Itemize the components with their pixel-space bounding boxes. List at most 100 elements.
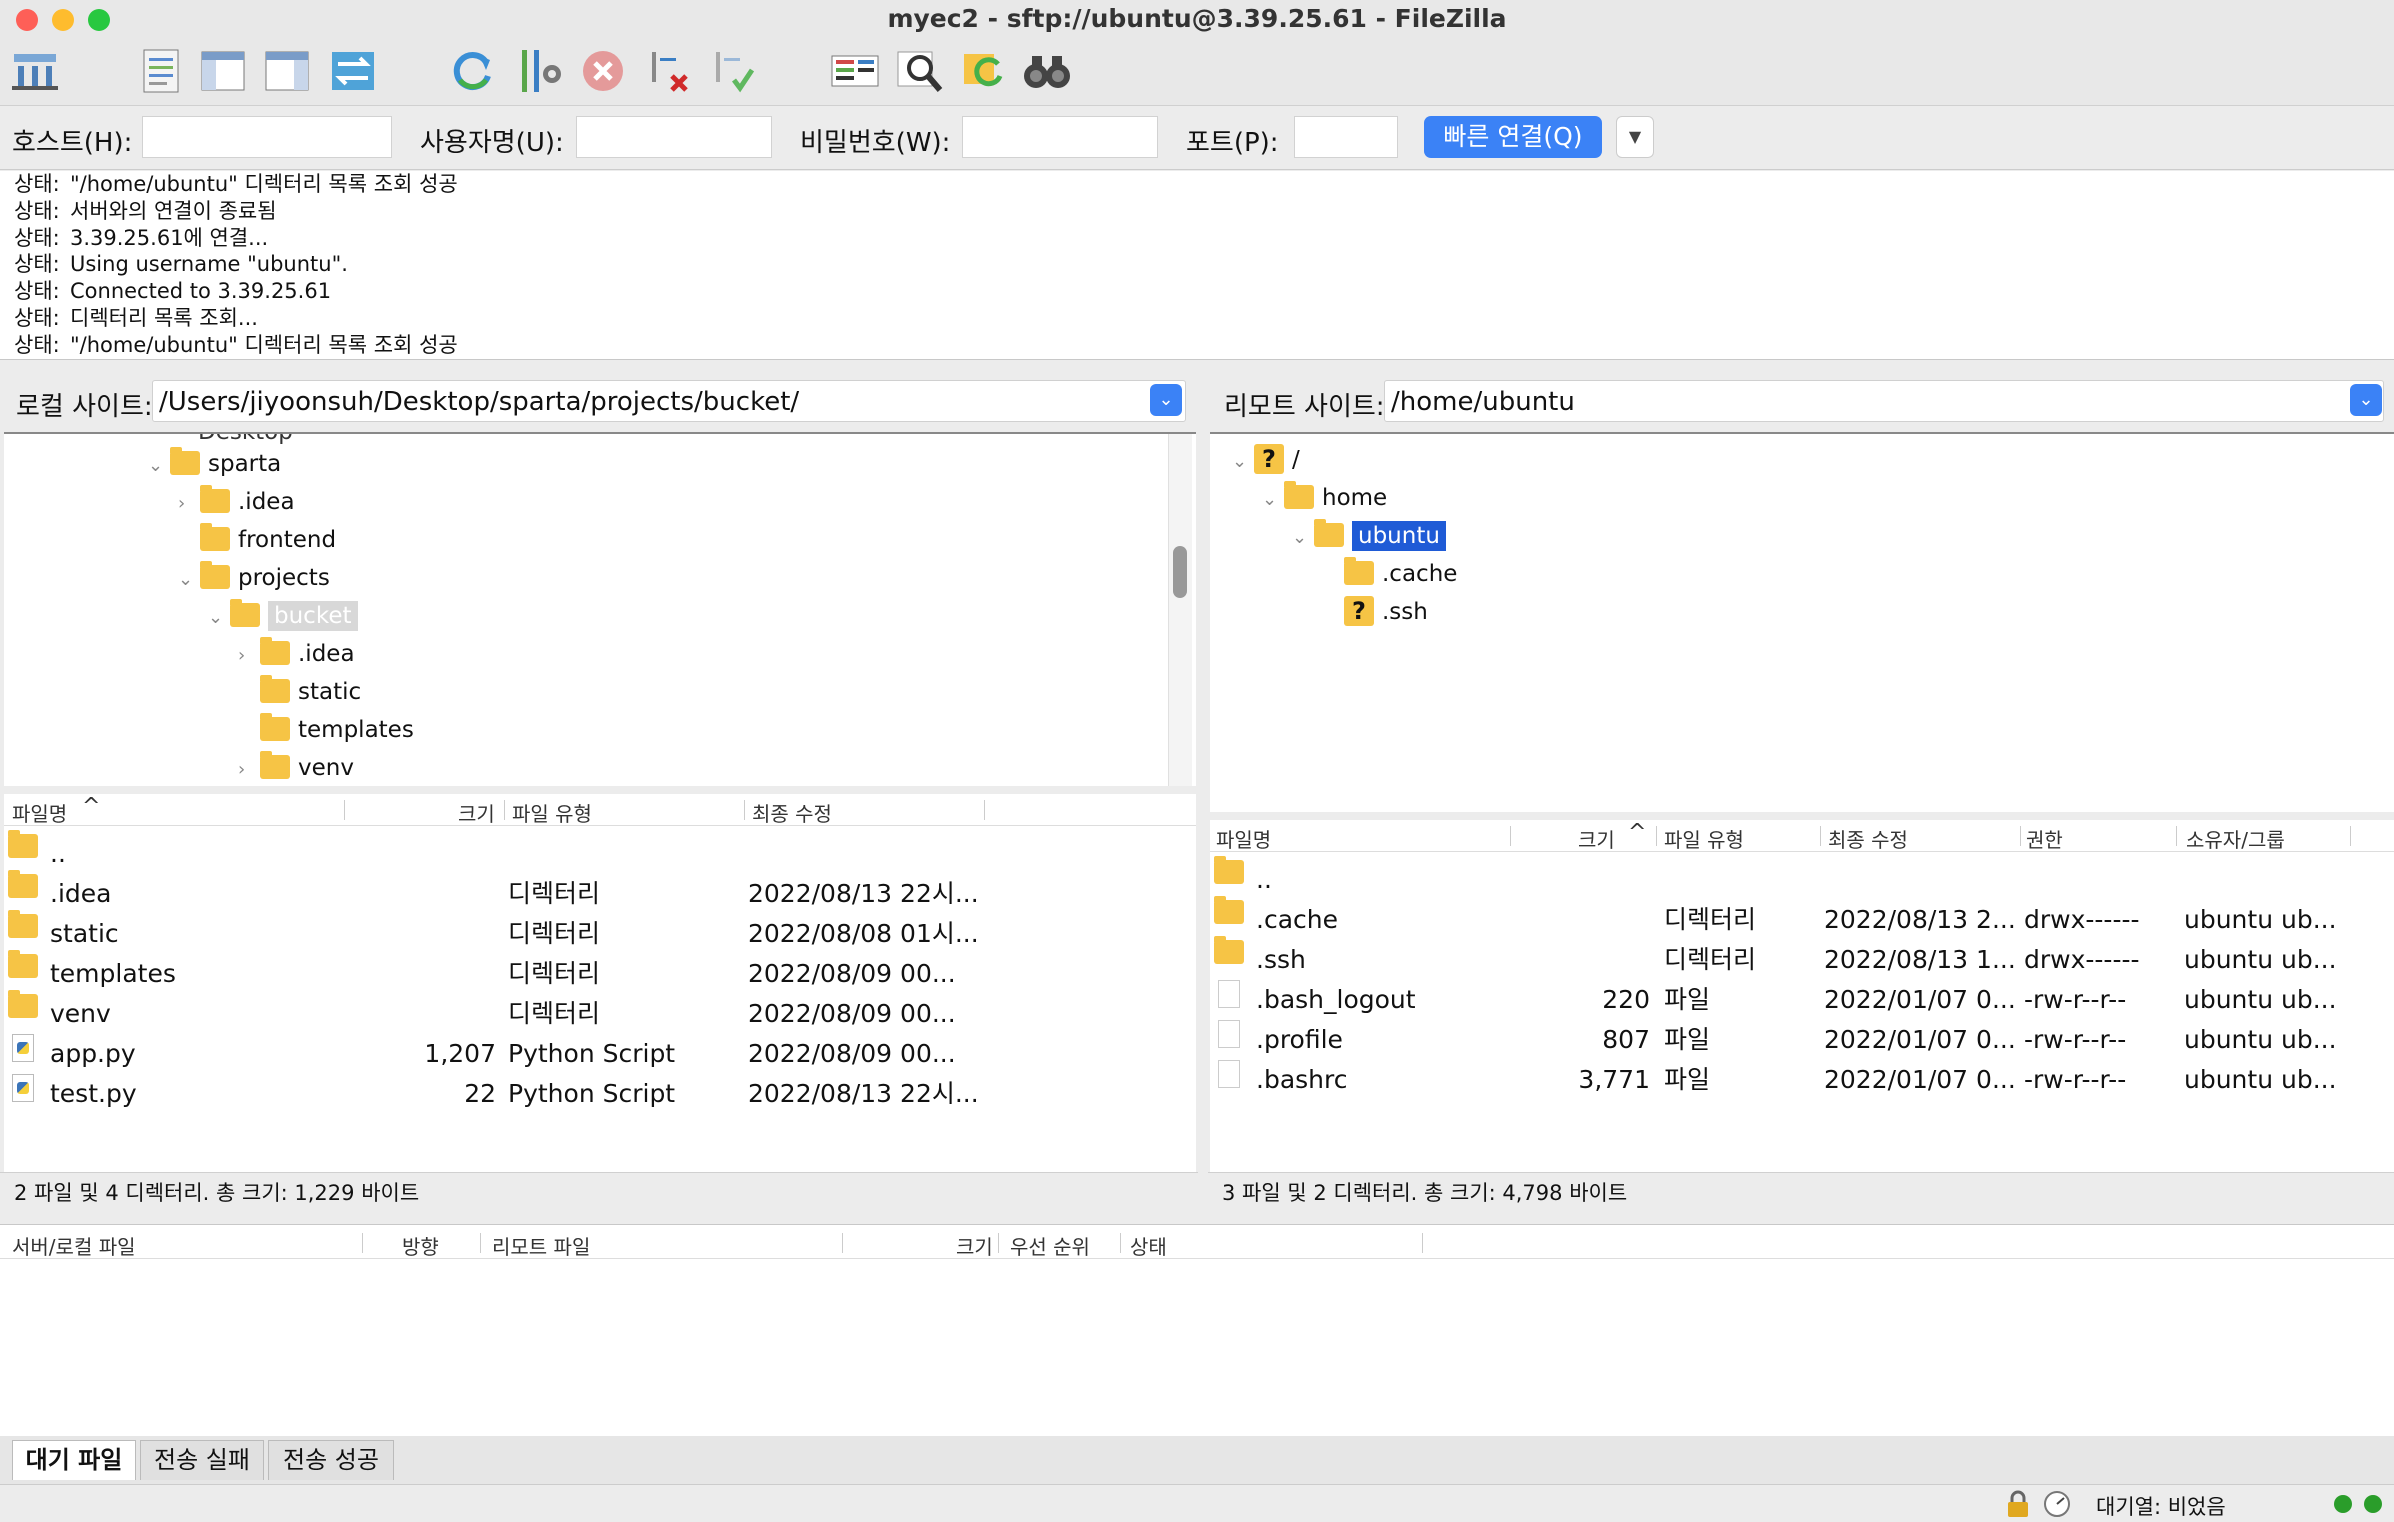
folder-icon [200,522,230,551]
column-direction[interactable]: 방향 [402,1231,439,1260]
column-remote-file[interactable]: 리모트 파일 [492,1231,590,1260]
local-file-list-header: 파일명 ^ 크기 파일 유형 최종 수정 [4,794,1196,826]
search-remote-icon[interactable] [894,44,948,98]
column-size[interactable]: 크기 [458,798,495,827]
file-row[interactable]: app.py 1,207 Python Script 2022/08/09 00... [4,1034,1196,1074]
message-log: 상태: "/home/ubuntu" 디렉터리 목록 조회 성공 상태: 서버와의 … [0,171,2394,360]
tab-failed-transfers[interactable]: 전송 실패 [140,1440,264,1480]
local-directory-tree: Desktop ⌄ sparta › .idea frontend ⌄ project… [4,432,1196,786]
file-row[interactable]: .profile 807 파일 2022/01/07 0... -rw-r--r-- ub… [1210,1020,2394,1060]
folder-icon [1214,856,1244,884]
port-input[interactable] [1294,116,1398,158]
column-permissions[interactable]: 권한 [2026,824,2063,853]
file-row[interactable]: .idea 디렉터리 2022/08/13 22시... [4,870,1196,914]
cancel-icon[interactable] [576,44,630,98]
remote-status: 3 파일 및 2 디렉터리. 총 크기: 4,798 바이트 [1208,1172,2394,1216]
file-row[interactable]: test.py 22 Python Script 2022/08/13 22시... [4,1074,1196,1114]
window-title: myec2 - sftp://ubuntu@3.39.25.61 - FileZ… [887,4,1507,33]
column-type[interactable]: 파일 유형 [1664,824,1744,853]
remote-path-dropdown[interactable]: ⌄ [2350,384,2382,416]
local-path-input[interactable]: /Users/jiyoonsuh/Desktop/sparta/projects… [152,380,1186,422]
tree-item-selected[interactable]: ⌄ ubuntu [1292,518,1446,554]
log-line: 상태: 3.39.25.61에 연결... [14,225,269,250]
chevron-down-icon: ▼ [1628,127,1642,146]
folder-icon [260,674,290,703]
quickconnect-history-dropdown[interactable]: ▼ [1616,116,1654,158]
tree-scrollbar-thumb[interactable] [1173,546,1187,598]
local-status: 2 파일 및 4 디렉터리. 총 크기: 1,229 바이트 [0,1172,1198,1216]
directory-compare-icon[interactable] [828,44,882,98]
tab-successful-transfers[interactable]: 전송 성공 [268,1440,394,1480]
file-icon [1218,980,1240,1008]
sync-browse-icon[interactable] [958,44,1012,98]
tree-item[interactable]: frontend [178,522,336,558]
log-line: 상태: "/home/ubuntu" 디렉터리 목록 조회 성공 [14,332,458,357]
folder-icon [170,446,200,475]
tree-item[interactable]: › .idea [238,636,355,672]
tab-queued-files[interactable]: 대기 파일 [12,1440,136,1480]
tree-item[interactable]: ? .ssh [1322,594,1428,630]
remote-file-list-header: 파일명 크기 ^ 파일 유형 최종 수정 권한 소유자/그룹 [1210,820,2394,852]
column-local-file[interactable]: 서버/로컬 파일 [12,1231,136,1260]
remote-tree-icon[interactable] [260,44,314,98]
column-filename[interactable]: 파일명 [1216,824,1271,853]
quickconnect-button[interactable]: 빠른 연결(Q) [1424,116,1602,158]
tree-item[interactable]: static [238,674,361,710]
python-file-icon [12,1034,34,1062]
tree-item[interactable]: ⌄? / [1232,442,1300,478]
file-row[interactable]: .bashrc 3,771 파일 2022/01/07 0... -rw-r--r-- u… [1210,1060,2394,1100]
find-files-icon[interactable] [1020,44,1074,98]
tree-item[interactable]: ⌄ sparta [148,446,281,482]
column-owner-group[interactable]: 소유자/그룹 [2186,824,2285,853]
receive-led-icon [2334,1495,2352,1513]
column-size[interactable]: 크기 [1578,824,1615,853]
column-type[interactable]: 파일 유형 [512,798,592,827]
tree-item[interactable]: ⌄ projects [178,560,330,596]
file-row[interactable]: templates 디렉터리 2022/08/09 00... [4,950,1196,994]
tree-item[interactable]: › .idea [178,484,295,520]
disconnect-icon[interactable] [642,44,696,98]
reconnect-icon[interactable] [706,44,760,98]
password-input[interactable] [962,116,1158,158]
username-input[interactable] [576,116,772,158]
file-row[interactable]: .. [1210,856,2394,900]
file-row[interactable]: static 디렉터리 2022/08/08 01시... [4,910,1196,954]
folder-icon [1314,518,1344,547]
folder-icon [260,712,290,741]
remote-path-input[interactable]: /home/ubuntu [1384,380,2384,422]
file-icon [1218,1060,1240,1088]
column-filename[interactable]: 파일명 [12,798,67,827]
log-line: 상태: Connected to 3.39.25.61 [14,279,332,304]
remote-site-bar: 리모트 사이트: /home/ubuntu ⌄ [1208,368,2394,432]
log-line: 상태: 디렉터리 목록 조회... [14,305,258,330]
column-status[interactable]: 상태 [1130,1231,1167,1260]
file-row[interactable]: .. [4,830,1196,874]
tree-scrollbar-track[interactable] [1168,434,1192,786]
site-manager-icon[interactable] [8,44,62,98]
file-row[interactable]: venv 디렉터리 2022/08/09 00... [4,990,1196,1034]
tree-item[interactable]: ⌄ home [1262,480,1387,516]
local-tree-icon[interactable] [196,44,250,98]
local-path-dropdown[interactable]: ⌄ [1150,384,1182,416]
folder-icon [8,870,38,898]
column-size[interactable]: 크기 [956,1231,993,1260]
sort-ascending-icon: ^ [1628,820,1647,845]
file-row[interactable]: .ssh 디렉터리 2022/08/13 1... drwx------ ubuntu … [1210,936,2394,980]
file-row[interactable]: .cache 디렉터리 2022/08/13 2... drwx------ ubunt… [1210,896,2394,940]
file-row[interactable]: .bash_logout 220 파일 2022/01/07 0... -rw-r--r… [1210,980,2394,1020]
port-label: 포트(P): [1186,128,1279,158]
tree-item[interactable]: .cache [1322,556,1457,592]
remote-directory-tree: ⌄? / ⌄ home ⌄ ubuntu .cache ? .ssh [1210,432,2394,812]
transfer-queue-icon[interactable] [326,44,380,98]
remote-file-list: 파일명 크기 ^ 파일 유형 최종 수정 권한 소유자/그룹 .. .cache… [1210,820,2394,1172]
tree-item[interactable]: › venv [238,750,354,786]
tree-item-selected[interactable]: ⌄ bucket [208,598,358,634]
message-log-icon[interactable] [134,44,188,98]
filter-icon[interactable] [512,44,566,98]
column-modified[interactable]: 최종 수정 [752,798,832,827]
column-priority[interactable]: 우선 순위 [1010,1231,1090,1260]
host-input[interactable] [142,116,392,158]
refresh-icon[interactable] [446,44,500,98]
tree-item[interactable]: templates [238,712,414,748]
column-modified[interactable]: 최종 수정 [1828,824,1908,853]
